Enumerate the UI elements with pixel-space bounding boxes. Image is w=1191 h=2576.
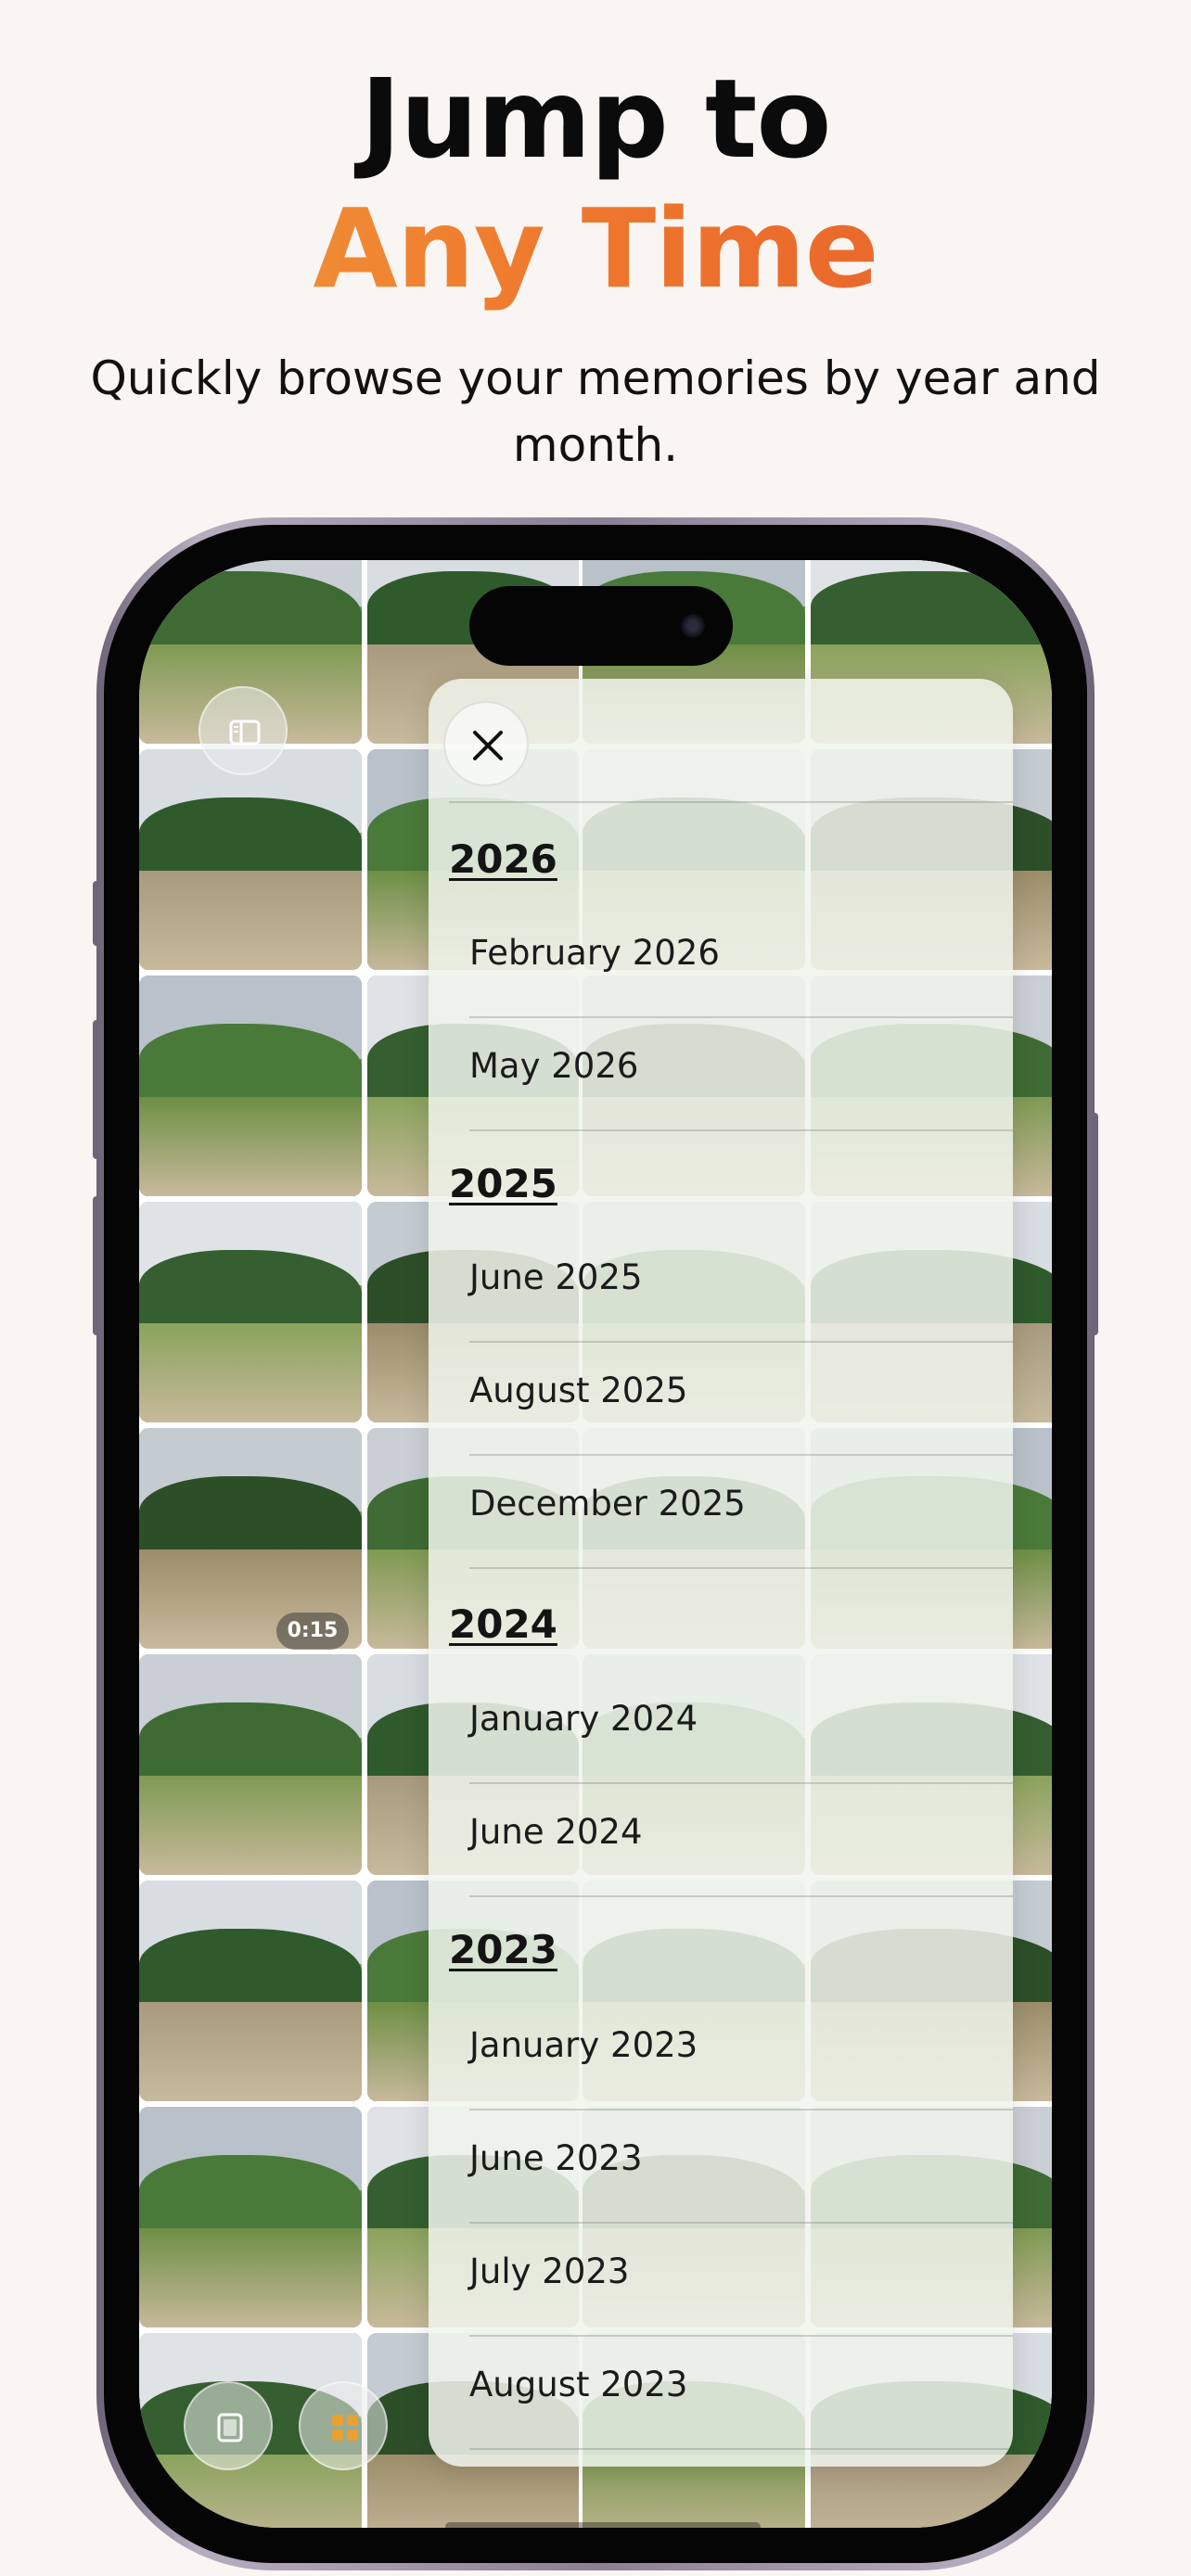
photo-thumbnail[interactable] bbox=[139, 2107, 362, 2327]
row-divider bbox=[469, 1895, 1013, 1897]
month-item[interactable]: December 2025 bbox=[469, 1484, 746, 1524]
row-divider bbox=[469, 1782, 1013, 1784]
row-divider bbox=[469, 2222, 1013, 2224]
row-divider bbox=[469, 2448, 1013, 2450]
albums-button[interactable] bbox=[184, 2381, 273, 2470]
grid-view-button[interactable] bbox=[299, 2381, 388, 2470]
phone-frame: 0:15 2026 February 2026 May 2026 2025 Ju… bbox=[96, 517, 1095, 2570]
month-item[interactable]: January 2024 bbox=[469, 1699, 698, 1739]
month-item[interactable]: July 2023 bbox=[469, 2251, 629, 2291]
video-duration-badge: 0:15 bbox=[276, 1613, 349, 1650]
photo-thumbnail[interactable] bbox=[139, 749, 362, 970]
phone-screen: 0:15 2026 February 2026 May 2026 2025 Ju… bbox=[139, 560, 1052, 2528]
sidebar-button[interactable] bbox=[198, 686, 288, 775]
row-divider bbox=[469, 1567, 1013, 1569]
year-heading-2026[interactable]: 2026 bbox=[449, 836, 557, 882]
dynamic-island bbox=[469, 586, 733, 666]
close-icon bbox=[473, 731, 503, 760]
row-divider bbox=[469, 2109, 1013, 2111]
albums-icon bbox=[217, 2413, 243, 2442]
row-divider bbox=[469, 1016, 1013, 1018]
photo-thumbnail[interactable] bbox=[139, 1881, 362, 2101]
month-item[interactable]: June 2023 bbox=[469, 2138, 643, 2178]
month-item[interactable]: May 2026 bbox=[469, 1046, 638, 1086]
month-item[interactable]: June 2025 bbox=[469, 1257, 643, 1297]
headline-line2: Any Time bbox=[0, 184, 1191, 313]
row-divider bbox=[469, 1341, 1013, 1343]
row-divider bbox=[469, 1454, 1013, 1456]
sidebar-icon bbox=[229, 720, 261, 746]
year-heading-2024[interactable]: 2024 bbox=[449, 1601, 557, 1647]
month-item[interactable]: August 2025 bbox=[469, 1371, 687, 1410]
panel-divider bbox=[449, 801, 1013, 803]
camera-icon bbox=[681, 614, 705, 638]
photo-thumbnail[interactable] bbox=[139, 1202, 362, 1422]
date-picker-panel: 2026 February 2026 May 2026 2025 June 20… bbox=[429, 679, 1013, 2467]
month-item[interactable]: January 2023 bbox=[469, 2025, 698, 2065]
headline: Jump to Any Time bbox=[0, 54, 1191, 313]
row-divider bbox=[469, 1129, 1013, 1131]
headline-line1: Jump to bbox=[360, 55, 832, 183]
subtitle: Quickly browse your memories by year and… bbox=[90, 351, 1101, 472]
month-item[interactable]: August 2023 bbox=[469, 2365, 687, 2404]
month-item[interactable]: February 2026 bbox=[469, 933, 720, 973]
row-divider bbox=[469, 2335, 1013, 2337]
photo-thumbnail[interactable] bbox=[139, 976, 362, 1196]
year-heading-2025[interactable]: 2025 bbox=[449, 1161, 557, 1206]
year-heading-2023[interactable]: 2023 bbox=[449, 1927, 557, 1972]
month-item[interactable]: June 2024 bbox=[469, 1812, 643, 1852]
grid-icon bbox=[332, 2415, 358, 2441]
photo-thumbnail[interactable] bbox=[139, 1654, 362, 1875]
close-button[interactable] bbox=[443, 701, 529, 786]
home-indicator bbox=[445, 2522, 761, 2528]
